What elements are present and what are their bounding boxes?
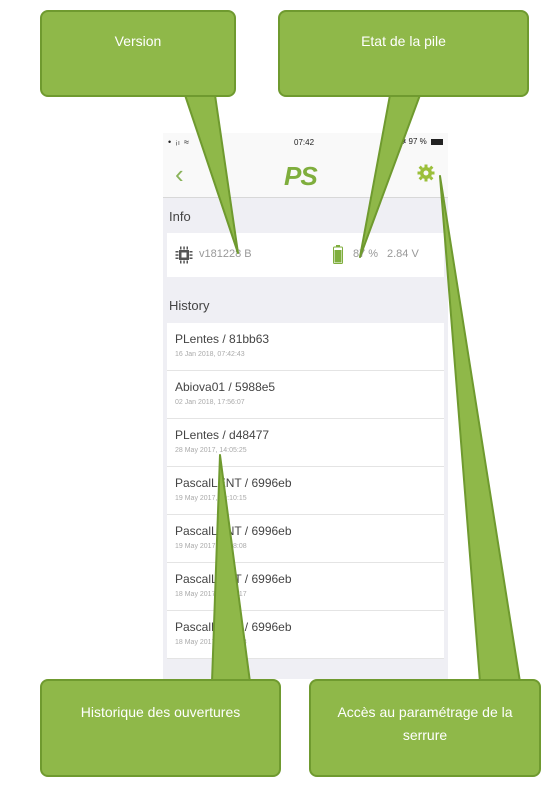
history-row[interactable]: PLentes / d48477 28 May 2017, 14:05:25 xyxy=(167,419,444,467)
history-date: 19 May 2017, 09:10:15 xyxy=(175,495,247,502)
history-row[interactable]: PascalLENT / 6996eb 18 May 2017, 16:47:1… xyxy=(167,563,444,611)
nav-bar: ‹ PS xyxy=(163,153,448,198)
callout-history-text: Historique des ouvertures xyxy=(80,704,241,720)
history-title: PascalLENT / 6996eb xyxy=(175,572,292,586)
history-list: PLentes / 81bb63 16 Jan 2018, 07:42:43 A… xyxy=(167,323,444,659)
status-left: • ᵢₗ ≈ xyxy=(168,137,191,147)
history-row[interactable]: PascalLENT / 6996eb 18 May 2017, 16:41:5… xyxy=(167,611,444,659)
history-date: 19 May 2017, 09:08:08 xyxy=(175,543,247,550)
callout-history: Historique des ouvertures xyxy=(40,679,281,777)
callout-settings: Accès au paramétrage de la serrure xyxy=(309,679,541,777)
history-title: PLentes / 81bb63 xyxy=(175,332,270,346)
history-date: 18 May 2017, 16:47:17 xyxy=(175,591,247,598)
history-date: 16 Jan 2018, 07:42:43 xyxy=(175,351,245,358)
info-header: Info xyxy=(169,209,191,224)
history-row[interactable]: Abiova01 / 5988e5 02 Jan 2018, 17:56:07 xyxy=(167,371,444,419)
phone-screen: • ᵢₗ ≈ 07:42 ⊲ ✱ 97 % ‹ PS Info v181228 … xyxy=(163,133,448,679)
callout-battery-text: Etat de la pile xyxy=(361,33,446,49)
status-battery-text: ⊲ ✱ 97 % xyxy=(390,137,427,146)
version-value: v181228 B xyxy=(199,248,252,260)
history-title: Abiova01 / 5988e5 xyxy=(175,380,276,394)
chip-icon xyxy=(175,246,193,264)
history-title: PLentes / d48477 xyxy=(175,428,270,442)
app-logo: PS xyxy=(284,161,318,191)
battery-icon xyxy=(333,245,343,264)
status-battery-icon xyxy=(431,138,443,145)
callout-settings-text: Accès au paramétrage de la serrure xyxy=(337,704,513,743)
history-date: 18 May 2017, 16:41:53 xyxy=(175,639,247,646)
history-title: PascalLENT / 6996eb xyxy=(175,620,292,634)
gear-icon[interactable] xyxy=(416,163,436,183)
status-right: ⊲ ✱ 97 % xyxy=(391,137,443,146)
callout-version: Version xyxy=(40,10,236,97)
history-row[interactable]: PascalLENT / 6996eb 19 May 2017, 09:10:1… xyxy=(167,467,444,515)
status-bar: • ᵢₗ ≈ 07:42 ⊲ ✱ 97 % xyxy=(163,133,448,153)
history-header: History xyxy=(169,298,210,313)
history-title: PascalLENT / 6996eb xyxy=(175,476,292,490)
history-row[interactable]: PascalLENT / 6996eb 19 May 2017, 09:08:0… xyxy=(167,515,444,563)
back-button[interactable]: ‹ xyxy=(175,159,184,189)
battery-voltage: 2.84 V xyxy=(387,248,419,260)
callout-version-text: Version xyxy=(114,33,162,49)
status-time: 07:42 xyxy=(294,138,315,147)
callout-battery: Etat de la pile xyxy=(278,10,529,97)
history-title: PascalLENT / 6996eb xyxy=(175,524,292,538)
history-row[interactable]: PLentes / 81bb63 16 Jan 2018, 07:42:43 xyxy=(167,323,444,371)
info-box: v181228 B 87 % 2.84 V xyxy=(167,233,444,277)
history-date: 02 Jan 2018, 17:56:07 xyxy=(175,399,245,406)
history-date: 28 May 2017, 14:05:25 xyxy=(175,447,247,454)
battery-percent: 87 % xyxy=(353,248,379,260)
settings-pointer xyxy=(439,175,521,683)
